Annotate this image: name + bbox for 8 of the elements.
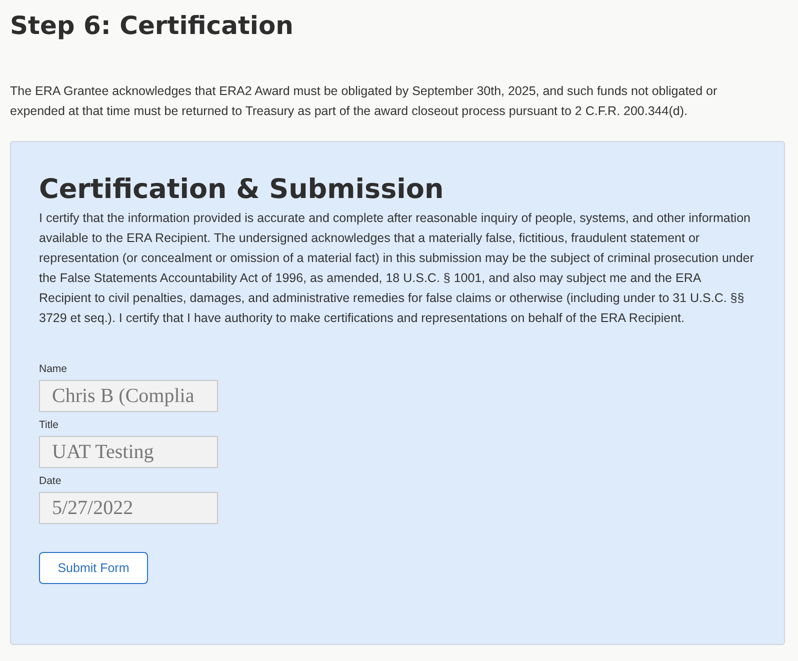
notice-text: The ERA Grantee acknowledges that ERA2 Award must be obligated by September 30th, 2025, and such funds not obligated or expended at that time must be returned to Treasury as part of the award closeout process pursuant to 2 C.F.R. 200.344(d). [9,83,718,120]
page-title: Step 6: Certification [9,10,294,42]
field-label: Name [39,362,68,376]
field-label: Title [39,418,60,432]
card-title: Certification & Submission [39,173,445,207]
submit-button[interactable]: Submit Form [39,552,148,584]
certification-statement: I certify that the information provided is accurate and complete after reasonable inquiry of people, systems, and other information available to the ERA Recipient. The undersigned acknowledges that a materially false, fictitious, fraudulent statement or representation (or concealment or omission of a material fact) in this submission may be the subject of criminal prosecution under the False Statements Accountability Act of 1996, as amended, 18 U.S.C. § 1001, and also may subject me and the ERA Recipient to civil penalties, damages, and administrative remedies for false claims or otherwise (including under to 31 U.S.C. §§ 3729 et seq.). I certify that I have authority to make certifications and representations on behalf of the ERA Recipient. [39,210,754,327]
field-label: Date [39,474,62,488]
